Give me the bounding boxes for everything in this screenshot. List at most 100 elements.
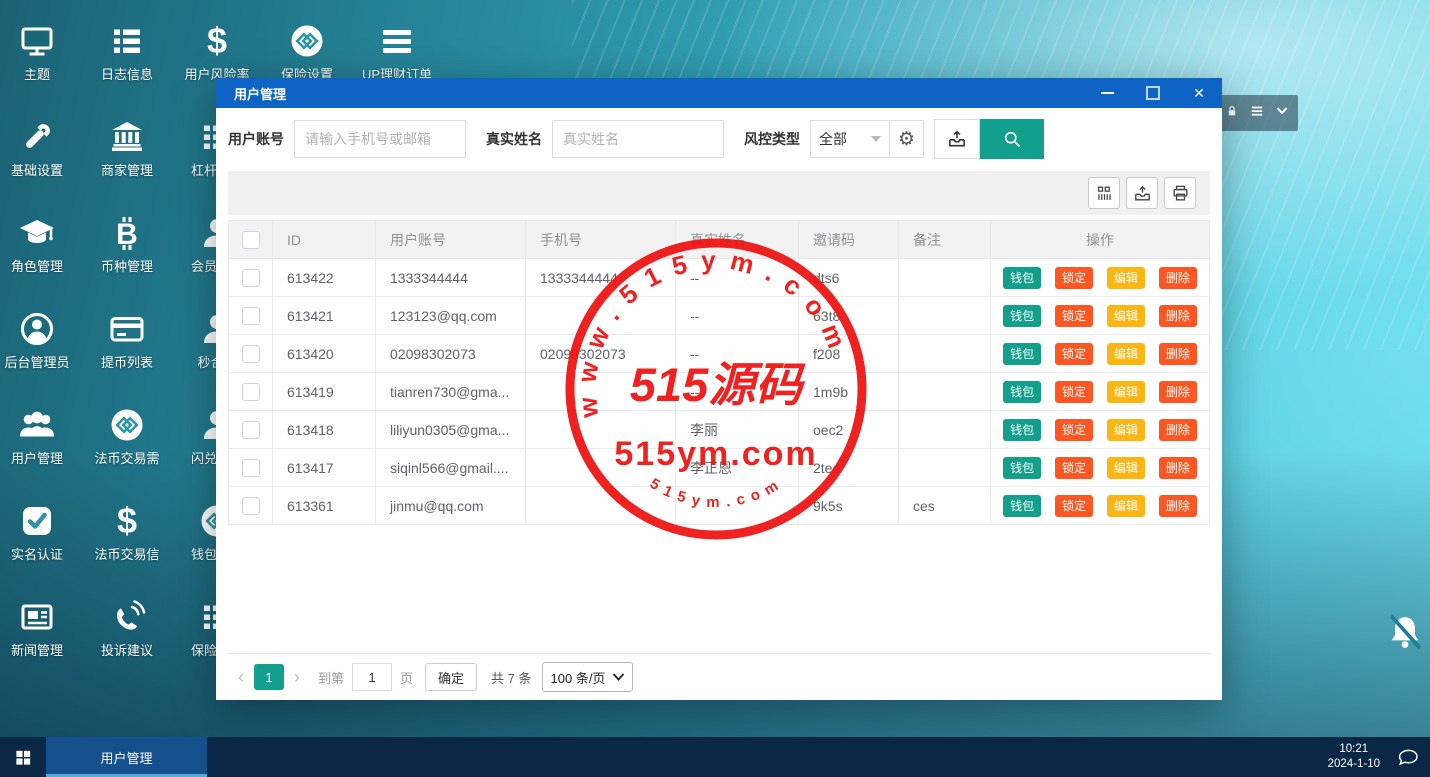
desktop-icon-label: 实名认证: [10, 547, 63, 562]
bank-icon: [107, 116, 147, 158]
export-table-button[interactable]: [1126, 177, 1158, 209]
cell-realname: --: [675, 296, 799, 335]
edit-button[interactable]: 编辑: [1106, 304, 1145, 327]
desktop-icon[interactable]: 法币交易需: [82, 396, 172, 492]
bell-slash-icon[interactable]: [1384, 612, 1426, 659]
select-all-checkbox[interactable]: [241, 230, 260, 249]
delete-button[interactable]: 删除: [1158, 494, 1197, 517]
goto-page-input[interactable]: [352, 663, 393, 691]
edit-button[interactable]: 编辑: [1106, 494, 1145, 517]
wallet-button[interactable]: 钱包: [1003, 342, 1042, 365]
row-checkbox[interactable]: [241, 496, 260, 515]
row-checkbox[interactable]: [241, 306, 260, 325]
desktop-icon[interactable]: 新闻管理: [0, 588, 82, 684]
header-id: ID: [272, 220, 376, 259]
cell-invite: 2tee: [798, 448, 899, 487]
account-input[interactable]: [294, 120, 466, 158]
lock-button[interactable]: 锁定: [1055, 304, 1094, 327]
delete-button[interactable]: 删除: [1158, 418, 1197, 441]
desktop-icon[interactable]: 角色管理: [0, 204, 82, 300]
delete-button[interactable]: 删除: [1158, 304, 1197, 327]
lock-button[interactable]: 锁定: [1055, 418, 1094, 441]
risk-type-select[interactable]: 全部: [810, 120, 890, 158]
desktop-icon[interactable]: 后台管理员: [0, 300, 82, 396]
print-button[interactable]: [1164, 177, 1196, 209]
chevron-down-icon[interactable]: [1274, 103, 1290, 124]
close-button[interactable]: ✕: [1176, 78, 1222, 108]
wrench-icon: [17, 116, 57, 158]
cell-id: 613420: [272, 334, 376, 373]
table-row: 613419 tianren730@gma... -- 1m9b 钱包 锁定 编…: [228, 372, 1210, 411]
edit-button[interactable]: 编辑: [1106, 380, 1145, 403]
lock-button[interactable]: 锁定: [1055, 494, 1094, 517]
desktop-icon[interactable]: 商家管理: [82, 108, 172, 204]
window-titlebar[interactable]: 用户管理 ✕: [216, 78, 1222, 108]
maximize-button[interactable]: [1130, 78, 1176, 108]
wallet-button[interactable]: 钱包: [1003, 380, 1042, 403]
edit-button[interactable]: 编辑: [1106, 342, 1145, 365]
reset-button[interactable]: [934, 119, 980, 159]
edit-button[interactable]: 编辑: [1106, 456, 1145, 479]
desktop-icon[interactable]: 基础设置: [0, 108, 82, 204]
row-checkbox[interactable]: [241, 420, 260, 439]
print-icon: [1172, 185, 1188, 201]
desktop-icon[interactable]: B 币种管理: [82, 204, 172, 300]
columns-button[interactable]: [1088, 177, 1120, 209]
wallet-button[interactable]: 钱包: [1003, 456, 1042, 479]
row-checkbox[interactable]: [241, 382, 260, 401]
edit-button[interactable]: 编辑: [1106, 266, 1145, 289]
confirm-page-button[interactable]: 确定: [425, 663, 478, 691]
taskbar-clock[interactable]: 10:21 2024-1-10: [1328, 742, 1380, 772]
row-checkbox[interactable]: [241, 458, 260, 477]
desktop-icon[interactable]: 用户管理: [0, 396, 82, 492]
current-page-button[interactable]: 1: [254, 664, 284, 690]
menu-icon[interactable]: [1249, 103, 1265, 124]
bitcoin-icon: B: [107, 212, 147, 254]
row-checkbox[interactable]: [241, 344, 260, 363]
desktop-icon[interactable]: 实名认证: [0, 492, 82, 588]
wallet-button[interactable]: 钱包: [1003, 494, 1042, 517]
lock-button[interactable]: 锁定: [1055, 380, 1094, 403]
row-checkbox[interactable]: [241, 268, 260, 287]
desktop: 主题 基础设置 角色管理 后台管理员 用户管理 实名认证 新闻管理 日志信息 商…: [0, 0, 1430, 777]
next-page-button[interactable]: ›: [284, 667, 310, 688]
lock-button[interactable]: 锁定: [1055, 342, 1094, 365]
delete-button[interactable]: 删除: [1158, 380, 1197, 403]
lock-button[interactable]: 锁定: [1055, 266, 1094, 289]
search-button[interactable]: [980, 119, 1044, 159]
header-phone: 手机号: [525, 220, 676, 259]
minimize-button[interactable]: [1084, 78, 1130, 108]
user-management-window: 用户管理 ✕ 用户账号 真实姓名 风控类型 全部 ⚙: [216, 78, 1222, 700]
delete-button[interactable]: 删除: [1158, 266, 1197, 289]
header-account: 用户账号: [375, 220, 526, 259]
search-actions: [934, 119, 1044, 159]
prev-page-button[interactable]: ‹: [228, 667, 254, 688]
delete-button[interactable]: 删除: [1158, 342, 1197, 365]
lock-icon[interactable]: [1224, 103, 1240, 124]
desktop-icon-label: 基础设置: [10, 163, 63, 178]
risk-settings-button[interactable]: ⚙: [890, 120, 924, 158]
desktop-icon-label: 后台管理员: [4, 355, 70, 370]
desktop-icon[interactable]: 日志信息: [82, 12, 172, 108]
wallet-button[interactable]: 钱包: [1003, 266, 1042, 289]
realname-input[interactable]: [552, 120, 724, 158]
desktop-icon[interactable]: 投诉建议: [82, 588, 172, 684]
wallet-button[interactable]: 钱包: [1003, 418, 1042, 441]
desktop-icon[interactable]: 提币列表: [82, 300, 172, 396]
delete-button[interactable]: 删除: [1158, 456, 1197, 479]
lock-button[interactable]: 锁定: [1055, 456, 1094, 479]
table-row: 613420 02098302073 02098302073 -- f208 钱…: [228, 334, 1210, 373]
maximize-icon: [1146, 86, 1160, 100]
minimize-icon: [1100, 92, 1114, 94]
start-button[interactable]: [0, 737, 46, 777]
logo-icon: [107, 404, 147, 446]
taskbar-item-user-management[interactable]: 用户管理: [46, 737, 207, 777]
account-label: 用户账号: [228, 131, 284, 147]
wallet-button[interactable]: 钱包: [1003, 304, 1042, 327]
chat-bubble-icon[interactable]: [1396, 745, 1420, 774]
page-unit-label: 页: [400, 670, 414, 686]
desktop-icon[interactable]: 主题: [0, 12, 82, 108]
edit-button[interactable]: 编辑: [1106, 418, 1145, 441]
desktop-icon[interactable]: $ 法币交易信: [82, 492, 172, 588]
page-size-select[interactable]: 100 条/页: [541, 662, 634, 692]
